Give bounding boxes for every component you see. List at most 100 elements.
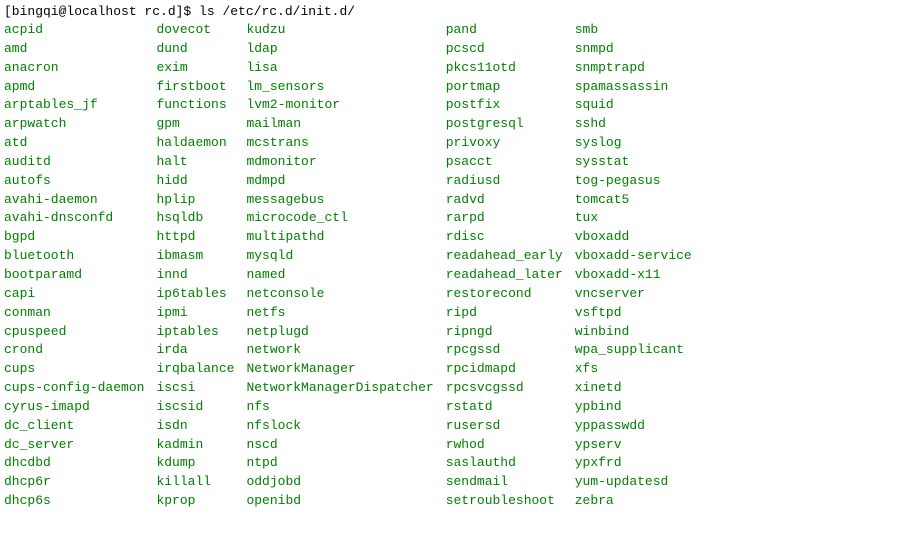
file-entry: multipathd bbox=[246, 228, 433, 247]
file-entry: dovecot bbox=[156, 21, 234, 40]
file-entry: named bbox=[246, 266, 433, 285]
file-entry: dc_server bbox=[4, 436, 144, 455]
file-entry: amd bbox=[4, 40, 144, 59]
file-entry: httpd bbox=[156, 228, 234, 247]
file-entry: rstatd bbox=[446, 398, 563, 417]
file-entry: exim bbox=[156, 59, 234, 78]
file-entry: cups bbox=[4, 360, 144, 379]
file-entry: tux bbox=[575, 209, 692, 228]
file-entry: ibmasm bbox=[156, 247, 234, 266]
file-entry: tomcat5 bbox=[575, 191, 692, 210]
file-entry: firstboot bbox=[156, 78, 234, 97]
file-entry: portmap bbox=[446, 78, 563, 97]
terminal-prompt-line: [bingqi@localhost rc.d]$ ls /etc/rc.d/in… bbox=[4, 4, 910, 19]
column-4: smbsnmpdsnmptrapdspamassassinsquidsshdsy… bbox=[575, 21, 704, 511]
file-entry: mailman bbox=[246, 115, 433, 134]
file-entry: avahi-daemon bbox=[4, 191, 144, 210]
file-entry: dhcp6s bbox=[4, 492, 144, 511]
file-entry: irqbalance bbox=[156, 360, 234, 379]
file-entry: rarpd bbox=[446, 209, 563, 228]
file-entry: haldaemon bbox=[156, 134, 234, 153]
file-entry: messagebus bbox=[246, 191, 433, 210]
file-entry: rpcgssd bbox=[446, 341, 563, 360]
file-entry: rdisc bbox=[446, 228, 563, 247]
file-entry: iscsid bbox=[156, 398, 234, 417]
file-entry: ip6tables bbox=[156, 285, 234, 304]
file-entry: netplugd bbox=[246, 323, 433, 342]
shell-prompt: [bingqi@localhost rc.d]$ bbox=[4, 4, 199, 19]
file-entry: conman bbox=[4, 304, 144, 323]
file-entry: atd bbox=[4, 134, 144, 153]
file-entry: dhcdbd bbox=[4, 454, 144, 473]
file-entry: ypxfrd bbox=[575, 454, 692, 473]
file-entry: zebra bbox=[575, 492, 692, 511]
file-entry: ripd bbox=[446, 304, 563, 323]
file-entry: pand bbox=[446, 21, 563, 40]
file-entry: kudzu bbox=[246, 21, 433, 40]
file-entry: openibd bbox=[246, 492, 433, 511]
file-entry: netfs bbox=[246, 304, 433, 323]
column-2: kudzuldaplisalm_sensorslvm2-monitormailm… bbox=[246, 21, 445, 511]
file-entry: cpuspeed bbox=[4, 323, 144, 342]
column-3: pandpcscdpkcs11otdportmappostfixpostgres… bbox=[446, 21, 575, 511]
file-entry: avahi-dnsconfd bbox=[4, 209, 144, 228]
file-entry: microcode_ctl bbox=[246, 209, 433, 228]
file-entry: ypserv bbox=[575, 436, 692, 455]
ls-output: acpidamdanacronapmdarptables_jfarpwatcha… bbox=[4, 21, 910, 511]
file-entry: halt bbox=[156, 153, 234, 172]
file-entry: radvd bbox=[446, 191, 563, 210]
file-entry: vsftpd bbox=[575, 304, 692, 323]
file-entry: hidd bbox=[156, 172, 234, 191]
file-entry: dc_client bbox=[4, 417, 144, 436]
shell-command: ls /etc/rc.d/init.d/ bbox=[199, 4, 355, 19]
file-entry: squid bbox=[575, 96, 692, 115]
file-entry: tog-pegasus bbox=[575, 172, 692, 191]
file-entry: privoxy bbox=[446, 134, 563, 153]
file-entry: iptables bbox=[156, 323, 234, 342]
file-entry: mcstrans bbox=[246, 134, 433, 153]
file-entry: hplip bbox=[156, 191, 234, 210]
file-entry: cups-config-daemon bbox=[4, 379, 144, 398]
file-entry: spamassassin bbox=[575, 78, 692, 97]
file-entry: yppasswdd bbox=[575, 417, 692, 436]
file-entry: postfix bbox=[446, 96, 563, 115]
file-entry: mdmpd bbox=[246, 172, 433, 191]
file-entry: mysqld bbox=[246, 247, 433, 266]
file-entry: lisa bbox=[246, 59, 433, 78]
file-entry: winbind bbox=[575, 323, 692, 342]
file-entry: bootparamd bbox=[4, 266, 144, 285]
file-entry: arptables_jf bbox=[4, 96, 144, 115]
file-entry: pcscd bbox=[446, 40, 563, 59]
file-entry: kdump bbox=[156, 454, 234, 473]
column-0: acpidamdanacronapmdarptables_jfarpwatcha… bbox=[4, 21, 156, 511]
file-entry: rpcsvcgssd bbox=[446, 379, 563, 398]
file-entry: snmptrapd bbox=[575, 59, 692, 78]
file-entry: capi bbox=[4, 285, 144, 304]
file-entry: wpa_supplicant bbox=[575, 341, 692, 360]
file-entry: rusersd bbox=[446, 417, 563, 436]
file-entry: vboxadd bbox=[575, 228, 692, 247]
file-entry: snmpd bbox=[575, 40, 692, 59]
file-entry: readahead_early bbox=[446, 247, 563, 266]
file-entry: xfs bbox=[575, 360, 692, 379]
file-entry: network bbox=[246, 341, 433, 360]
file-entry: arpwatch bbox=[4, 115, 144, 134]
file-entry: kadmin bbox=[156, 436, 234, 455]
file-entry: crond bbox=[4, 341, 144, 360]
file-entry: yum-updatesd bbox=[575, 473, 692, 492]
file-entry: bgpd bbox=[4, 228, 144, 247]
file-entry: ldap bbox=[246, 40, 433, 59]
file-entry: innd bbox=[156, 266, 234, 285]
file-entry: autofs bbox=[4, 172, 144, 191]
file-entry: sendmail bbox=[446, 473, 563, 492]
file-entry: ntpd bbox=[246, 454, 433, 473]
file-entry: nfs bbox=[246, 398, 433, 417]
file-entry: restorecond bbox=[446, 285, 563, 304]
file-entry: dhcp6r bbox=[4, 473, 144, 492]
file-entry: radiusd bbox=[446, 172, 563, 191]
file-entry: cyrus-imapd bbox=[4, 398, 144, 417]
file-entry: gpm bbox=[156, 115, 234, 134]
file-entry: apmd bbox=[4, 78, 144, 97]
file-entry: lvm2-monitor bbox=[246, 96, 433, 115]
file-entry: sysstat bbox=[575, 153, 692, 172]
